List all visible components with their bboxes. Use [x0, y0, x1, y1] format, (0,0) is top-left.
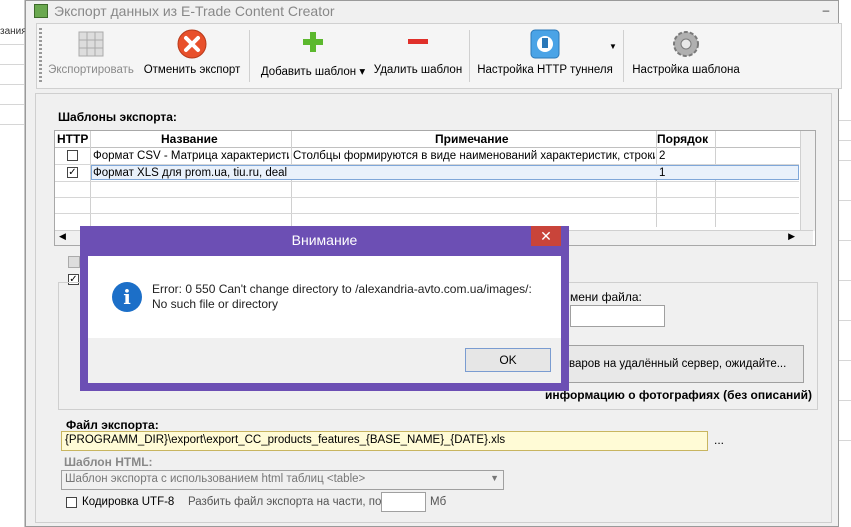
table-row-selected[interactable]: ✓ Формат XLS для prom.ua, tiu.ru, deal 1	[55, 165, 799, 181]
sheet-gridline	[839, 360, 851, 361]
plus-icon	[297, 28, 329, 60]
ok-button[interactable]: OK	[465, 348, 551, 372]
template-order-cell: 2	[659, 150, 666, 162]
cancel-export-button[interactable]: Отменить экспорт	[141, 28, 243, 86]
toolbar-separator	[249, 30, 250, 82]
column-header-http[interactable]: HTTP	[57, 132, 88, 146]
column-header-order[interactable]: Порядок	[657, 132, 708, 146]
toolbar-separator	[469, 30, 470, 82]
template-name-cell: Формат CSV - Матрица характеристи	[93, 150, 289, 162]
photos-note: информацию о фотографиях (без описаний)	[545, 388, 812, 402]
sheet-gridline	[839, 140, 851, 141]
background-spreadsheet: зания	[0, 0, 27, 527]
warning-dialog: Внимание ✕ i Error: 0 550 Can't change d…	[80, 226, 569, 391]
title-bar: Экспорт данных из E-Trade Content Creato…	[26, 1, 838, 21]
column-header-note[interactable]: Примечание	[435, 132, 509, 146]
sheet-gridline	[839, 440, 851, 441]
sheet-gridline	[839, 400, 851, 401]
templates-section-label: Шаблоны экспорта:	[58, 110, 177, 124]
filename-field[interactable]	[570, 305, 665, 327]
sheet-gridline	[0, 64, 24, 65]
row-divider	[55, 213, 799, 214]
row-divider	[55, 181, 799, 182]
export-grid-icon	[75, 28, 107, 60]
http-checkbox[interactable]	[67, 150, 78, 161]
scroll-left-icon[interactable]: ◀	[59, 231, 66, 242]
toolbar-separator	[623, 30, 624, 82]
filename-label: мени файла:	[570, 290, 642, 304]
add-template-label: Добавить шаблон ▾	[260, 66, 366, 78]
sheet-gridline	[839, 200, 851, 201]
chevron-down-icon[interactable]: ▼	[490, 473, 499, 483]
html-template-label: Шаблон HTML:	[64, 455, 153, 469]
background-cell-text: зания	[0, 26, 27, 37]
sheet-gridline	[0, 104, 24, 105]
template-settings-label: Настройка шаблона	[632, 64, 740, 76]
dialog-message: Error: 0 550 Can't change directory to /…	[152, 282, 552, 312]
sheet-gridline	[0, 124, 24, 125]
delete-template-button[interactable]: Удалить шаблон	[371, 28, 465, 86]
split-size-input[interactable]	[381, 492, 426, 512]
minimize-button[interactable]: –	[818, 3, 834, 17]
http-tunnel-label: Настройка HTTP туннеля	[477, 64, 613, 76]
utf8-checkbox[interactable]	[66, 497, 77, 508]
sheet-gridline	[0, 84, 24, 85]
upload-status-button[interactable]: варов на удалённый сервер, ожидайте...	[558, 345, 804, 383]
add-template-button[interactable]: Добавить шаблон ▾	[257, 28, 369, 86]
toolbar: Экспортировать Отменить экспорт Добавить…	[36, 23, 842, 89]
browse-button[interactable]: ...	[714, 433, 724, 447]
gear-icon	[670, 28, 702, 60]
utf8-label: Кодировка UTF-8	[82, 496, 175, 508]
sheet-gridline	[839, 120, 851, 121]
http-tunnel-icon	[529, 28, 561, 60]
chevron-down-icon[interactable]: ▼	[609, 42, 617, 51]
export-label: Экспортировать	[48, 64, 134, 76]
minus-icon	[402, 28, 434, 60]
template-order-cell: 1	[659, 167, 666, 179]
export-button[interactable]: Экспортировать	[45, 28, 137, 86]
dialog-message-line1: Error: 0 550 Can't change directory to /…	[152, 282, 532, 296]
cancel-export-label: Отменить экспорт	[143, 64, 241, 76]
sheet-gridline	[839, 320, 851, 321]
sheet-gridline	[839, 160, 851, 161]
export-file-label: Файл экспорта:	[66, 418, 159, 432]
export-file-path-input[interactable]: {PROGRAMM_DIR}\export\export_CC_products…	[61, 431, 708, 451]
split-label: Разбить файл экспорта на части, по:	[188, 496, 385, 508]
template-settings-button[interactable]: Настройка шаблона	[631, 28, 741, 86]
row-divider	[55, 197, 799, 198]
html-template-select[interactable]: Шаблон экспорта с использованием html та…	[61, 470, 504, 490]
toolbar-grip[interactable]	[39, 28, 42, 84]
dialog-title: Внимание	[291, 232, 358, 248]
delete-template-label: Удалить шаблон	[373, 64, 463, 76]
html-template-value: Шаблон экспорта с использованием html та…	[65, 473, 366, 485]
sheet-gridline	[839, 240, 851, 241]
column-header-name[interactable]: Название	[161, 132, 218, 146]
scroll-right-icon[interactable]: ▶	[788, 231, 795, 242]
table-row[interactable]: Формат CSV - Матрица характеристи Столбц…	[55, 148, 799, 164]
app-icon	[34, 4, 48, 18]
hidden-checkbox[interactable]	[68, 256, 80, 268]
dialog-close-button[interactable]: ✕	[531, 226, 561, 246]
dialog-message-line2: No such file or directory	[152, 297, 279, 311]
info-icon: i	[112, 282, 142, 312]
template-name-cell: Формат XLS для prom.ua, tiu.ru, deal	[93, 167, 288, 179]
table-vertical-scrollbar[interactable]	[800, 131, 815, 231]
template-note-cell: Столбцы формируются в виде наименований …	[293, 150, 655, 162]
http-tunnel-settings-button[interactable]: Настройка HTTP туннеля	[475, 28, 615, 86]
http-checkbox-checked[interactable]: ✓	[67, 167, 78, 178]
table-header: HTTP Название Примечание Порядок	[55, 131, 813, 148]
cancel-x-icon	[176, 28, 208, 60]
sheet-gridline	[839, 280, 851, 281]
window-title: Экспорт данных из E-Trade Content Creato…	[54, 3, 335, 19]
dialog-footer: OK	[88, 338, 561, 383]
dialog-body: i Error: 0 550 Can't change directory to…	[88, 256, 561, 338]
sheet-gridline	[0, 44, 24, 45]
split-unit: Мб	[430, 496, 447, 508]
